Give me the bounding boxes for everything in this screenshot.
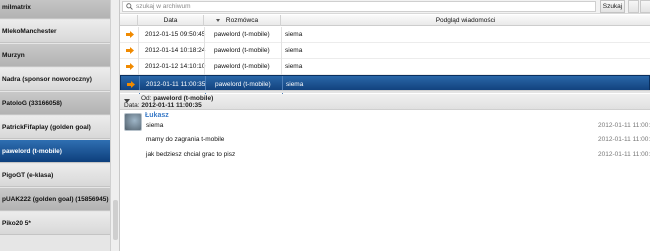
avatar <box>124 113 142 131</box>
contact-item[interactable]: pUAK222 (golden goal) (15856945) <box>0 188 110 211</box>
contact-item-label: milmatrix <box>2 4 31 11</box>
column-divider <box>138 59 139 75</box>
toolbar-button[interactable] <box>628 0 639 13</box>
column-divider <box>281 43 282 59</box>
message-text: siema <box>146 122 164 129</box>
contact-item-label: PatrickFifaplay (golden goal) <box>2 124 91 131</box>
column-divider <box>138 43 139 59</box>
message-timestamp: 2012-01-11 11:00:35 <box>598 122 650 129</box>
column-divider <box>138 27 139 43</box>
search-button[interactable]: Szukaj <box>600 0 625 13</box>
column-header-contact-label: Rozmówca <box>225 17 259 24</box>
row-preview: siema <box>285 47 303 54</box>
message-text: jak bedziesz chcial grac to pisz <box>146 151 236 158</box>
contact-item[interactable]: milmatrix <box>0 0 110 19</box>
contact-item-label: MlekoManchester <box>2 28 57 35</box>
column-divider <box>204 43 205 59</box>
column-header-preview[interactable]: Podgląd wiadomości <box>281 15 650 26</box>
contact-list-scrollbar[interactable] <box>110 0 120 251</box>
row-contact: pawelord (t-mobile) <box>214 31 270 38</box>
sender-name: Łukasz <box>145 112 169 119</box>
contact-item[interactable]: PigoGT (e-klasa) <box>0 164 110 187</box>
search-toolbar: Szukaj <box>120 0 650 14</box>
arrow-right-icon <box>126 63 134 70</box>
contact-list: milmatrix MlekoManchester Murzyn Nadra (spo… <box>0 0 110 251</box>
table-row[interactable]: 2012-01-14 10:18:24 pawelord (t-mobile) si… <box>120 43 650 59</box>
contact-item-label: Nadra (sponsor noworoczny) <box>2 76 92 83</box>
search-box[interactable] <box>122 1 596 12</box>
table-row[interactable]: 2012-01-12 14:10:10 pawelord (t-mobile) si… <box>120 59 650 75</box>
arrow-right-icon <box>126 31 134 38</box>
message-timestamp: 2012-01-11 11:00:4 <box>598 136 650 143</box>
contact-item[interactable]: Nadra (sponsor noworoczny) <box>0 68 110 91</box>
arrow-right-icon <box>126 47 134 54</box>
column-divider <box>204 27 205 43</box>
arrow-right-icon <box>127 81 135 88</box>
date-label: Data: <box>124 102 140 109</box>
search-input[interactable] <box>136 2 436 11</box>
row-date: 2012-01-14 10:18:24 <box>145 47 206 54</box>
table-header: Data Rozmówca Podgląd wiadomości <box>120 15 650 26</box>
scrollbar-thumb[interactable] <box>113 200 118 240</box>
contact-item-label: Piko20 5* <box>2 220 31 227</box>
table-row[interactable]: 2012-01-15 09:50:45 pawelord (t-mobile) si… <box>120 27 650 43</box>
date-line: Data: 2012-01-11 11:00:35 <box>124 102 202 109</box>
contact-item[interactable]: PatrickFifaplay (golden goal) <box>0 116 110 139</box>
column-header-contact[interactable]: Rozmówca <box>204 15 281 26</box>
search-icon <box>126 3 133 10</box>
contact-item[interactable]: Murzyn <box>0 44 110 67</box>
contact-item-label: PatoloG (33166058) <box>2 100 62 107</box>
message-timestamp: 2012-01-11 11:00:4 <box>598 151 650 158</box>
contact-item[interactable]: Piko20 5* <box>0 212 110 235</box>
message-text: mamy do zagrania t-mobile <box>146 136 225 143</box>
row-date: 2012-01-15 09:50:45 <box>145 31 206 38</box>
row-contact: pawelord (t-mobile) <box>214 63 270 70</box>
header-marker-column <box>120 15 138 26</box>
contact-item[interactable]: PatoloG (33166058) <box>0 92 110 115</box>
contact-item-label: pawelord (t-mobile) <box>2 148 62 155</box>
toolbar-button[interactable] <box>640 0 650 13</box>
column-header-preview-label: Podgląd wiadomości <box>435 17 496 24</box>
row-preview: siema <box>285 63 303 70</box>
column-divider <box>281 27 282 43</box>
message-details-header: Od: pawelord (t-mobile) Data: 2012-01-11… <box>120 94 650 110</box>
column-header-date[interactable]: Data <box>138 15 220 26</box>
column-header-date-label: Data <box>163 17 178 24</box>
contact-item[interactable]: pawelord (t-mobile) <box>0 140 110 163</box>
contact-item-label: Murzyn <box>2 52 25 59</box>
row-contact: pawelord (t-mobile) <box>214 47 270 54</box>
column-divider <box>204 59 205 75</box>
contact-item-label: pUAK222 (golden goal) (15856945) <box>2 196 109 203</box>
from-value: pawelord (t-mobile) <box>153 95 214 102</box>
contact-item[interactable]: MlekoManchester <box>0 20 110 43</box>
pane-splitter[interactable] <box>120 90 650 93</box>
date-value: 2012-01-11 11:00:35 <box>141 102 202 109</box>
column-divider <box>281 59 282 75</box>
from-label: Od: <box>141 95 152 102</box>
row-preview: siema <box>285 31 303 38</box>
contact-item-label: PigoGT (e-klasa) <box>2 172 54 179</box>
row-date: 2012-01-12 14:10:10 <box>145 63 206 70</box>
from-line: Od: pawelord (t-mobile) <box>141 95 213 102</box>
